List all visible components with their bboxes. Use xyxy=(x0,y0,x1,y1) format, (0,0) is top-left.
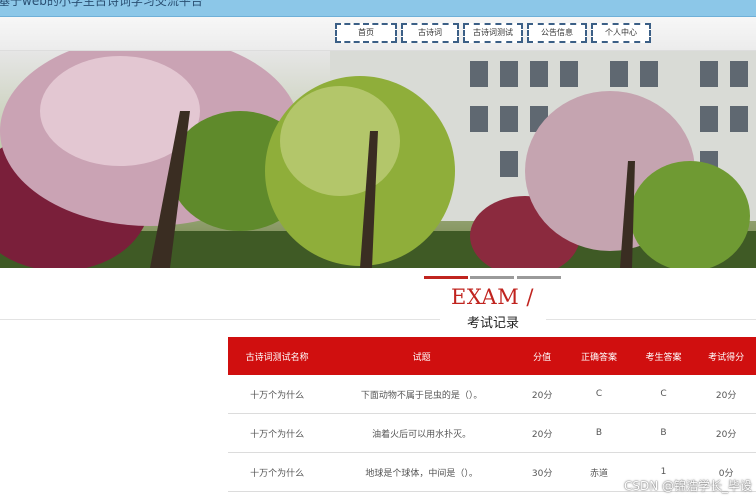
cell-question: 地球是个球体，中间是（）。 xyxy=(365,468,478,479)
nav-poems[interactable]: 古诗词 xyxy=(401,23,459,43)
nav-announcements[interactable]: 公告信息 xyxy=(527,23,587,43)
nav-poem-test[interactable]: 古诗词测试 xyxy=(463,23,523,43)
cell-question: 下面动物不属于昆虫的是（）。 xyxy=(360,390,483,401)
cell-correct-answer: C xyxy=(595,389,603,399)
nav-personal-center[interactable]: 个人中心 xyxy=(591,23,651,43)
header-question: 试题 xyxy=(412,352,431,363)
nav-home[interactable]: 首页 xyxy=(335,23,397,43)
cell-test-name: 十万个为什么 xyxy=(250,468,305,479)
cell-correct-answer: B xyxy=(595,428,603,438)
cell-test-name: 十万个为什么 xyxy=(250,429,305,440)
header-exam-score: 考试得分 xyxy=(708,352,745,363)
nav-bar: 首页 古诗词 古诗词测试 公告信息 个人中心 xyxy=(0,17,756,51)
exam-record-table: 古诗词测试名称 试题 分值 正确答案 考生答案 考试得分 十万个为什么 下面动物… xyxy=(228,337,756,492)
cell-score-value: 20分 xyxy=(531,429,553,440)
cell-exam-score: 20分 xyxy=(715,390,737,401)
banner-indicator-3[interactable] xyxy=(517,276,561,279)
cell-student-answer: B xyxy=(660,428,667,438)
header-test-name: 古诗词测试名称 xyxy=(245,352,309,363)
cell-score-value: 30分 xyxy=(531,468,553,479)
cell-question: 油着火后可以用水扑灭。 xyxy=(372,429,472,440)
cell-test-name: 十万个为什么 xyxy=(250,390,305,401)
cell-score-value: 20分 xyxy=(531,390,553,401)
cell-exam-score: 20分 xyxy=(715,429,737,440)
table-row: 十万个为什么 油着火后可以用水扑灭。 20分 B B 20分 xyxy=(228,414,756,453)
section-divider xyxy=(0,319,756,320)
table-row: 十万个为什么 下面动物不属于昆虫的是（）。 20分 C C 20分 xyxy=(228,375,756,414)
section-title-cn: 考试记录 xyxy=(440,312,546,331)
banner-image xyxy=(0,51,756,268)
cell-student-answer: C xyxy=(660,389,667,399)
csdn-watermark: CSDN @锦浩学长_毕设 xyxy=(623,479,752,493)
site-title: 基于web的小学生古诗词学习交流平台 xyxy=(0,0,203,8)
cell-correct-answer: 赤道 xyxy=(589,468,608,479)
header-student-answer: 考生答案 xyxy=(645,352,682,363)
banner-indicator-1[interactable] xyxy=(424,276,468,279)
header-correct-answer: 正确答案 xyxy=(580,352,617,363)
site-title-bar: 基于web的小学生古诗词学习交流平台 xyxy=(0,0,756,17)
table-header: 古诗词测试名称 试题 分值 正确答案 考生答案 考试得分 xyxy=(228,337,756,375)
banner-indicator-2[interactable] xyxy=(470,276,514,279)
header-score-value: 分值 xyxy=(533,352,552,363)
banner-photo xyxy=(0,51,756,268)
